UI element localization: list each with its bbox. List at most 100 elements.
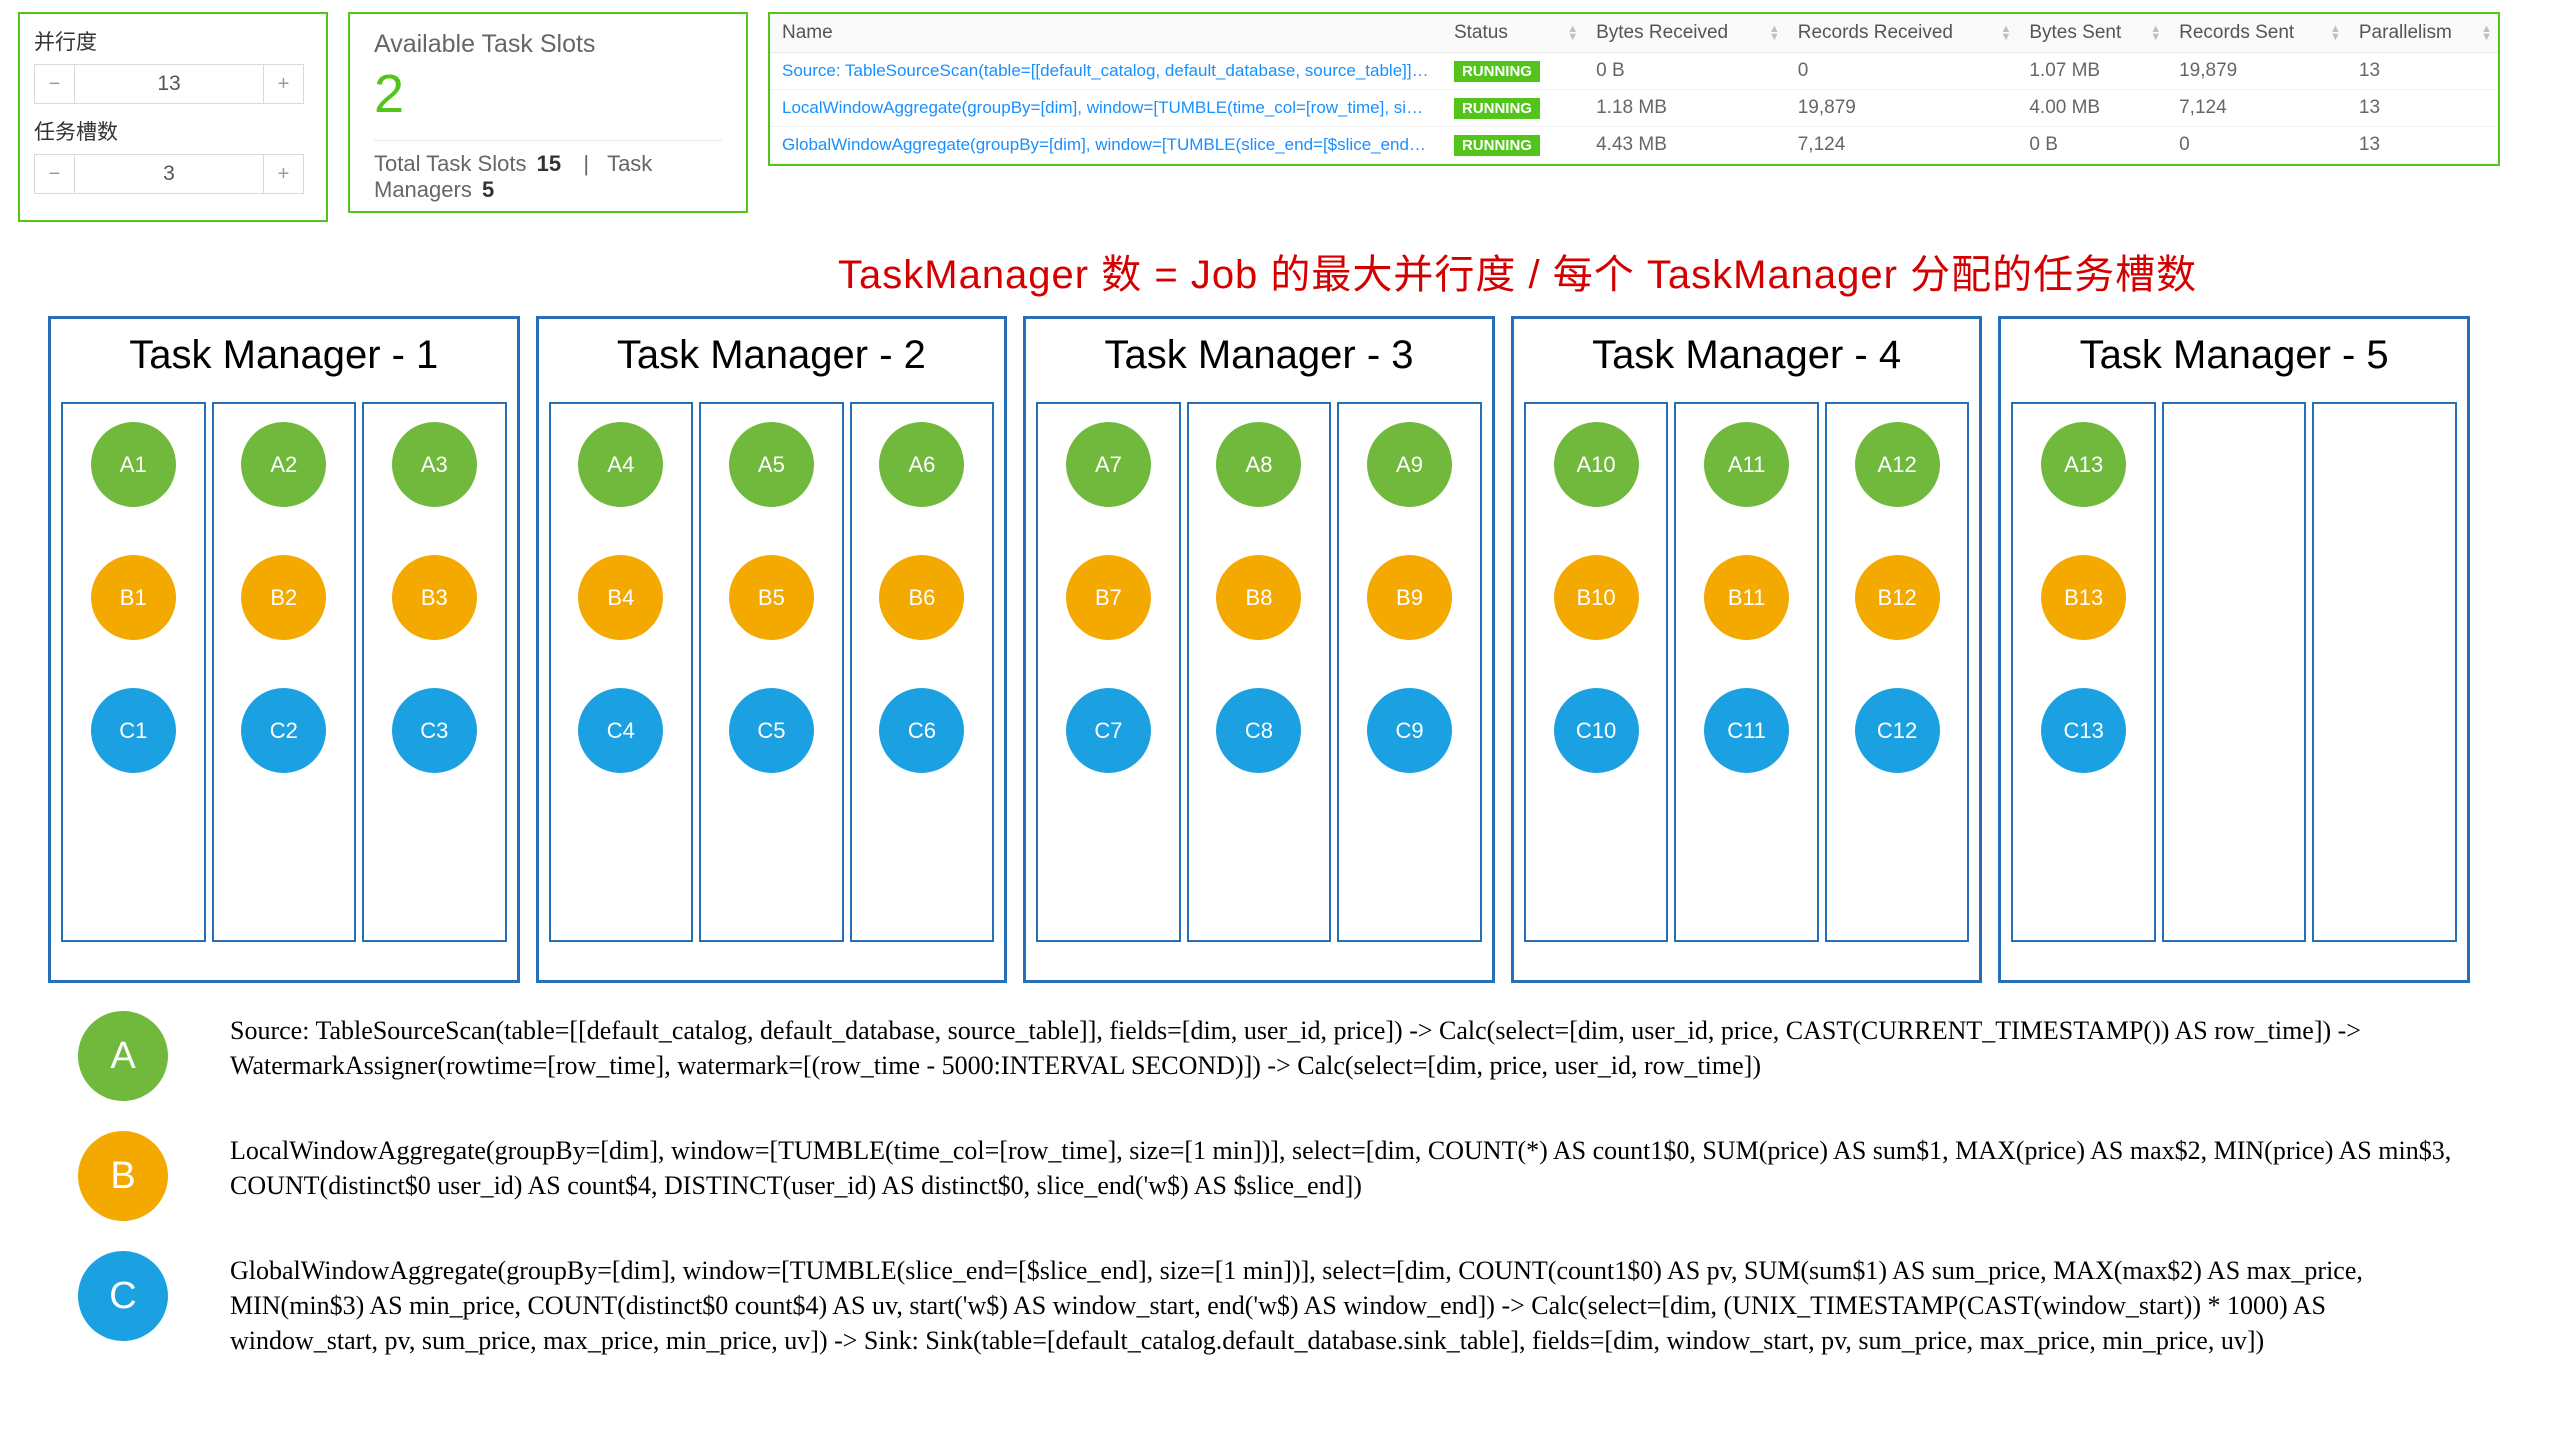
subtask-circle: C11 [1704,688,1789,773]
parallelism-stepper[interactable]: − 13 + [34,64,304,104]
minus-button[interactable]: − [35,65,75,103]
subtask-circle: C9 [1367,688,1452,773]
subtask-circle: B4 [578,555,663,640]
config-panel: 并行度 − 13 + 任务槽数 − 3 + [18,12,328,222]
subtask-circle: B10 [1554,555,1639,640]
status-badge: RUNNING [1454,61,1540,82]
column-header[interactable]: Parallelism▲▼ [2347,14,2498,53]
task-slot: A2B2C2 [212,402,357,942]
subtask-circle: C3 [392,688,477,773]
task-manager-box: Task Manager - 4A10B10C10A11B11C11A12B12… [1511,316,1983,983]
job-name-cell[interactable]: LocalWindowAggregate(groupBy=[dim], wind… [770,90,1442,127]
sort-icon[interactable]: ▲▼ [2481,25,2492,41]
task-slot: A8B8C8 [1187,402,1332,942]
column-header[interactable]: Bytes Received▲▼ [1584,14,1786,53]
subtask-circle: C8 [1216,688,1301,773]
sort-icon[interactable]: ▲▼ [2000,25,2011,41]
parallelism-label: 并行度 [34,26,312,56]
sort-icon[interactable]: ▲▼ [1567,25,1578,41]
available-slots-value: 2 [374,65,722,124]
subtask-circle: B13 [2041,555,2126,640]
bytes-sent-cell: 4.00 MB [2017,90,2167,127]
subtask-circle: B11 [1704,555,1789,640]
task-slot: A11 B11 C11 [1674,402,1819,942]
sort-icon[interactable]: ▲▼ [2150,25,2161,41]
task-manager-title: Task Manager - 3 [1036,333,1482,378]
column-header[interactable]: Status▲▼ [1442,14,1584,53]
subtask-circle: A11 [1704,422,1789,507]
legend-row-c: C GlobalWindowAggregate(groupBy=[dim], w… [78,1251,2460,1358]
sort-icon[interactable]: ▲▼ [1769,25,1780,41]
job-table-panel: NameStatus▲▼Bytes Received▲▼Records Rece… [768,12,2500,166]
subtask-circle: A12 [1855,422,1940,507]
subtask-circle: A3 [392,422,477,507]
bytes-sent-cell: 0 B [2017,127,2167,164]
bytes-received-cell: 0 B [1584,53,1786,90]
subtask-circle: B6 [879,555,964,640]
subtask-circle: C7 [1066,688,1151,773]
subtask-circle: B7 [1066,555,1151,640]
job-table: NameStatus▲▼Bytes Received▲▼Records Rece… [770,14,2498,164]
task-manager-title: Task Manager - 5 [2011,333,2457,378]
sort-icon[interactable]: ▲▼ [2330,25,2341,41]
formula-text: TaskManager 数 = Job 的最大并行度 / 每个 TaskMana… [838,242,2500,300]
subtask-circle: B9 [1367,555,1452,640]
slot-row: A4B4C4A5B5C5A6B6C6 [549,402,995,942]
subtask-circle: B2 [241,555,326,640]
task-slot: A10B10C10 [1524,402,1669,942]
slot-row: A1B1C1A2B2C2A3B3C3 [61,402,507,942]
subtask-circle: A1 [91,422,176,507]
job-name-cell[interactable]: GlobalWindowAggregate(groupBy=[dim], win… [770,127,1442,164]
plus-button[interactable]: + [263,65,303,103]
subtask-circle: A7 [1066,422,1151,507]
subtask-circle: A13 [2041,422,2126,507]
parallelism-cell: 13 [2347,53,2498,90]
column-header[interactable]: Name [770,14,1442,53]
subtask-circle: C4 [578,688,663,773]
task-manager-title: Task Manager - 2 [549,333,995,378]
legend-text-a: Source: TableSourceScan(table=[[default_… [230,1011,2460,1083]
available-slots-panel: Available Task Slots 2 Total Task Slots … [348,12,748,213]
slot-row: A10B10C10A11B11C11A12B12C12 [1524,402,1970,942]
table-row[interactable]: GlobalWindowAggregate(groupBy=[dim], win… [770,127,2498,164]
subtask-circle: C6 [879,688,964,773]
task-slot: A13B13C13 [2011,402,2156,942]
records-received-cell: 0 [1786,53,2018,90]
column-header[interactable]: Bytes Sent▲▼ [2017,14,2167,53]
parallelism-cell: 13 [2347,127,2498,164]
subtask-circle: C10 [1554,688,1639,773]
minus-button[interactable]: − [35,155,75,193]
records-received-cell: 7,124 [1786,127,2018,164]
slots-stepper[interactable]: − 3 + [34,154,304,194]
task-slot: A7 B7 C7 [1036,402,1181,942]
subtask-circle: A5 [729,422,814,507]
available-slots-title: Available Task Slots [374,30,722,59]
slot-row: A13B13C13 [2011,402,2457,942]
subtask-circle: B3 [392,555,477,640]
status-badge: RUNNING [1454,98,1540,119]
task-slot: A6B6C6 [850,402,995,942]
job-name-cell[interactable]: Source: TableSourceScan(table=[[default_… [770,53,1442,90]
table-row[interactable]: LocalWindowAggregate(groupBy=[dim], wind… [770,90,2498,127]
parallelism-value: 13 [75,65,263,103]
table-row[interactable]: Source: TableSourceScan(table=[[default_… [770,53,2498,90]
task-manager-box: Task Manager - 5A13B13C13 [1998,316,2470,983]
legend-row-a: A Source: TableSourceScan(table=[[defaul… [78,1011,2460,1101]
subtask-circle: B5 [729,555,814,640]
slots-label: 任务槽数 [34,116,312,146]
task-manager-row: Task Manager - 1A1B1C1A2B2C2A3B3C3Task M… [48,316,2470,983]
column-header[interactable]: Records Sent▲▼ [2167,14,2347,53]
column-header[interactable]: Records Received▲▼ [1786,14,2018,53]
legend-row-b: B LocalWindowAggregate(groupBy=[dim], wi… [78,1131,2460,1221]
status-cell: RUNNING [1442,90,1584,127]
subtask-circle: A9 [1367,422,1452,507]
plus-button[interactable]: + [263,155,303,193]
task-slot [2162,402,2307,942]
task-slot: A4B4C4 [549,402,694,942]
subtask-circle: B8 [1216,555,1301,640]
task-slot: A12B12C12 [1825,402,1970,942]
status-cell: RUNNING [1442,53,1584,90]
subtask-circle: A2 [241,422,326,507]
task-manager-box: Task Manager - 3A7B7C7A8B8C8A9B9C9 [1023,316,1495,983]
task-slot: A1B1C1 [61,402,206,942]
